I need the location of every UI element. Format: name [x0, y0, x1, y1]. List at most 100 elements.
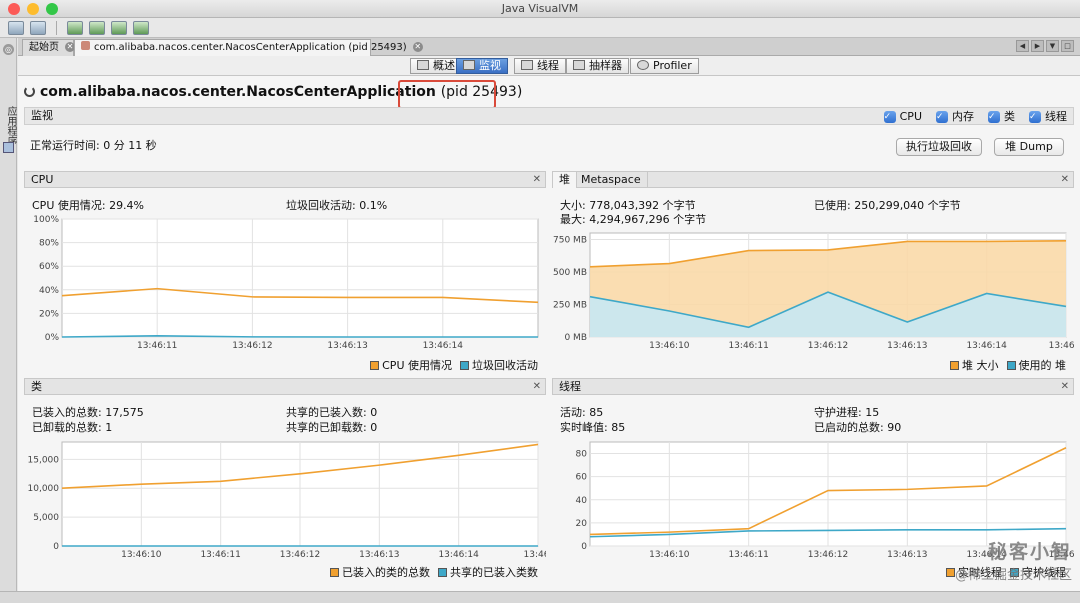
close-panel-icon[interactable]: ✕ — [1061, 379, 1069, 394]
close-panel-icon[interactable]: ✕ — [533, 379, 541, 394]
x-tick-label: 13:46:12 — [808, 550, 848, 560]
x-tick-label: 13:46:12 — [232, 341, 272, 351]
y-tick-label: 0 — [53, 542, 59, 552]
tab-start-page[interactable]: 起始页 ✕ — [22, 39, 75, 56]
applications-icon[interactable] — [3, 142, 14, 153]
perform-gc-button[interactable]: 执行垃圾回收 — [896, 138, 982, 156]
y-tick-label: 60 — [576, 473, 588, 483]
view-tab-label: 概述 — [433, 59, 455, 72]
status-bar — [0, 591, 1080, 603]
tab-metaspace[interactable]: Metaspace — [575, 172, 648, 188]
y-tick-label: 250 MB — [553, 301, 587, 311]
checkbox-label: 类 — [1004, 110, 1015, 123]
x-tick-label: 13:46:1 — [1049, 341, 1074, 351]
legend-item-loaded: 已装入的类的总数 — [330, 564, 430, 580]
legend-item-cpu: CPU 使用情况 — [370, 357, 452, 373]
add-jmx-connection-icon[interactable] — [67, 20, 83, 35]
monitor-header: 监视 ✓ CPU ✓ 内存 ✓ 类 ✓ 线程 — [24, 107, 1074, 125]
add-vm-coredump-icon[interactable] — [111, 20, 127, 35]
shared-loaded-text: 共享的已装入数: 0 — [286, 406, 378, 419]
minimize-sidebar-icon[interactable]: ◎ — [3, 44, 14, 55]
legend-label: 使用的 堆 — [1018, 359, 1067, 372]
check-icon: ✓ — [936, 111, 948, 123]
window-title: Java VisualVM — [501, 2, 579, 15]
sidebar-applications-label[interactable]: 应用程序 — [3, 106, 18, 146]
daemon-threads-text: 守护进程: 15 — [814, 406, 880, 419]
classes-checkbox[interactable]: ✓ 类 — [988, 109, 1015, 125]
threads-icon — [521, 60, 533, 70]
y-tick-label: 0 — [581, 542, 587, 552]
close-window-button[interactable] — [8, 3, 20, 15]
open-icon[interactable] — [8, 20, 24, 35]
zoom-window-button[interactable] — [46, 3, 58, 15]
x-tick-label: 13:46:14 — [966, 341, 1007, 351]
tab-heap[interactable]: 堆 — [553, 172, 577, 188]
view-tab-label: Profiler — [653, 59, 692, 72]
panel-title: 类 — [31, 380, 42, 393]
x-tick-label: 13:46:14 — [423, 341, 464, 351]
scroll-tabs-left-icon[interactable]: ◀ — [1016, 40, 1029, 52]
toolbar-divider — [56, 20, 57, 35]
check-icon: ✓ — [988, 111, 1000, 123]
started-threads-text: 已启动的总数: 90 — [814, 421, 902, 434]
y-tick-label: 100% — [33, 215, 59, 225]
add-remote-host-icon[interactable] — [89, 20, 105, 35]
close-panel-icon[interactable]: ✕ — [533, 172, 541, 187]
applications-sidebar: ◎ 应用程序 — [0, 38, 17, 591]
x-tick-label: 13:46:11 — [137, 341, 177, 351]
cpu-panel-header: CPU ✕ — [24, 171, 546, 188]
checkbox-label: 内存 — [952, 110, 974, 123]
monitor-title: 监视 — [31, 109, 53, 122]
document-tab-bar: 起始页 ✕ com.alibaba.nacos.center.NacosCente… — [18, 38, 1080, 56]
heap-used-text: 已使用: 250,299,040 个字节 — [814, 199, 961, 212]
peak-threads-text: 实时峰值: 85 — [560, 421, 626, 434]
tab-nacos-application[interactable]: com.alibaba.nacos.center.NacosCenterAppl… — [74, 39, 423, 56]
heap-legend: 堆 大小 使用的 堆 — [950, 357, 1066, 373]
check-icon: ✓ — [1029, 111, 1041, 123]
cpu-checkbox[interactable]: ✓ CPU — [883, 109, 922, 125]
close-panel-icon[interactable]: ✕ — [1061, 172, 1069, 187]
scroll-tabs-right-icon[interactable]: ▶ — [1031, 40, 1044, 52]
heap-chart: 0 MB 250 MB 500 MB 750 MB 13:46:10 13:46:11 13… — [553, 232, 1074, 351]
tab-sampler[interactable]: 抽样器 — [566, 58, 629, 74]
threads-checkbox[interactable]: ✓ 线程 — [1029, 109, 1067, 125]
overview-icon — [417, 60, 429, 70]
save-icon[interactable] — [30, 20, 46, 35]
maximize-icon[interactable]: □ — [1061, 40, 1074, 52]
tab-label: com.alibaba.nacos.center.NacosCenterAppl… — [94, 42, 407, 53]
memory-checkbox[interactable]: ✓ 内存 — [936, 109, 974, 125]
y-tick-label: 15,000 — [28, 455, 60, 465]
heap-max-text: 最大: 4,294,967,296 个字节 — [560, 213, 707, 226]
y-tick-label: 10,000 — [28, 484, 60, 494]
unloaded-classes-text: 已卸载的总数: 1 — [32, 421, 113, 434]
tab-monitor[interactable]: 监视 — [456, 58, 508, 74]
legend-label: 堆 大小 — [962, 359, 999, 372]
threads-panel-header: 线程 ✕ — [552, 378, 1074, 395]
x-tick-label: 13:46:13 — [887, 341, 927, 351]
x-tick-label: 13:46:11 — [200, 550, 240, 560]
checkbox-label: CPU — [899, 110, 922, 123]
close-icon[interactable]: ✕ — [412, 42, 423, 52]
uptime-text: 正常运行时间: 0 分 11 秒 — [30, 139, 157, 152]
loaded-classes-text: 已装入的总数: 17,575 — [32, 406, 144, 419]
y-tick-label: 0 MB — [564, 333, 587, 343]
add-snapshot-icon[interactable] — [133, 20, 149, 35]
tab-profiler[interactable]: Profiler — [630, 58, 699, 74]
y-tick-label: 80 — [576, 450, 588, 460]
tab-overview[interactable]: 概述 — [410, 58, 462, 74]
main-toolbar — [0, 18, 1080, 38]
pid-highlight-box — [398, 80, 496, 109]
y-tick-label: 20 — [576, 519, 588, 529]
x-tick-label: 13:46:11 — [728, 341, 768, 351]
tab-threads[interactable]: 线程 — [514, 58, 566, 74]
heap-panel: 堆 Metaspace ✕ 大小: 778,043,392 个字节 最大: 4,… — [552, 171, 1074, 373]
heap-dump-button[interactable]: 堆 Dump — [994, 138, 1064, 156]
tab-list-icon[interactable]: ▼ — [1046, 40, 1059, 52]
legend-item-used-heap: 使用的 堆 — [1006, 357, 1067, 373]
x-tick-label: 13:46:11 — [728, 550, 768, 560]
x-tick-label: 13:46:12 — [808, 341, 848, 351]
y-tick-label: 80% — [39, 239, 59, 249]
cpu-legend: CPU 使用情况 垃圾回收活动 — [370, 357, 538, 373]
minimize-window-button[interactable] — [27, 3, 39, 15]
x-tick-label: 13:46:10 — [649, 341, 690, 351]
